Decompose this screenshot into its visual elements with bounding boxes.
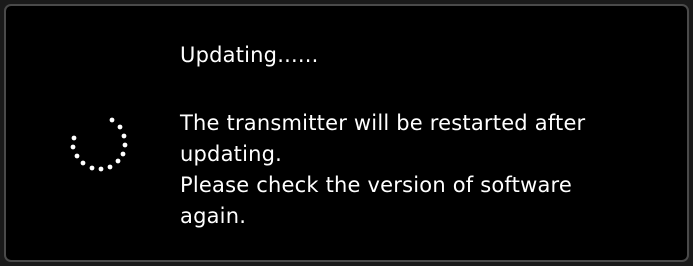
dialog-text: Updating...... The transmitter will be r… — [180, 40, 660, 232]
status-text: Updating...... — [180, 43, 319, 67]
message-line-4: again. — [180, 204, 247, 228]
update-dialog: Updating...... The transmitter will be r… — [4, 4, 689, 262]
message-line-3: Please check the version of software — [180, 173, 573, 197]
message-line-1: The transmitter will be restarted after — [180, 111, 586, 135]
dialog-frame: Updating...... The transmitter will be r… — [0, 0, 693, 266]
loading-spinner-icon — [70, 117, 128, 172]
message-line-2: updating. — [180, 142, 283, 166]
